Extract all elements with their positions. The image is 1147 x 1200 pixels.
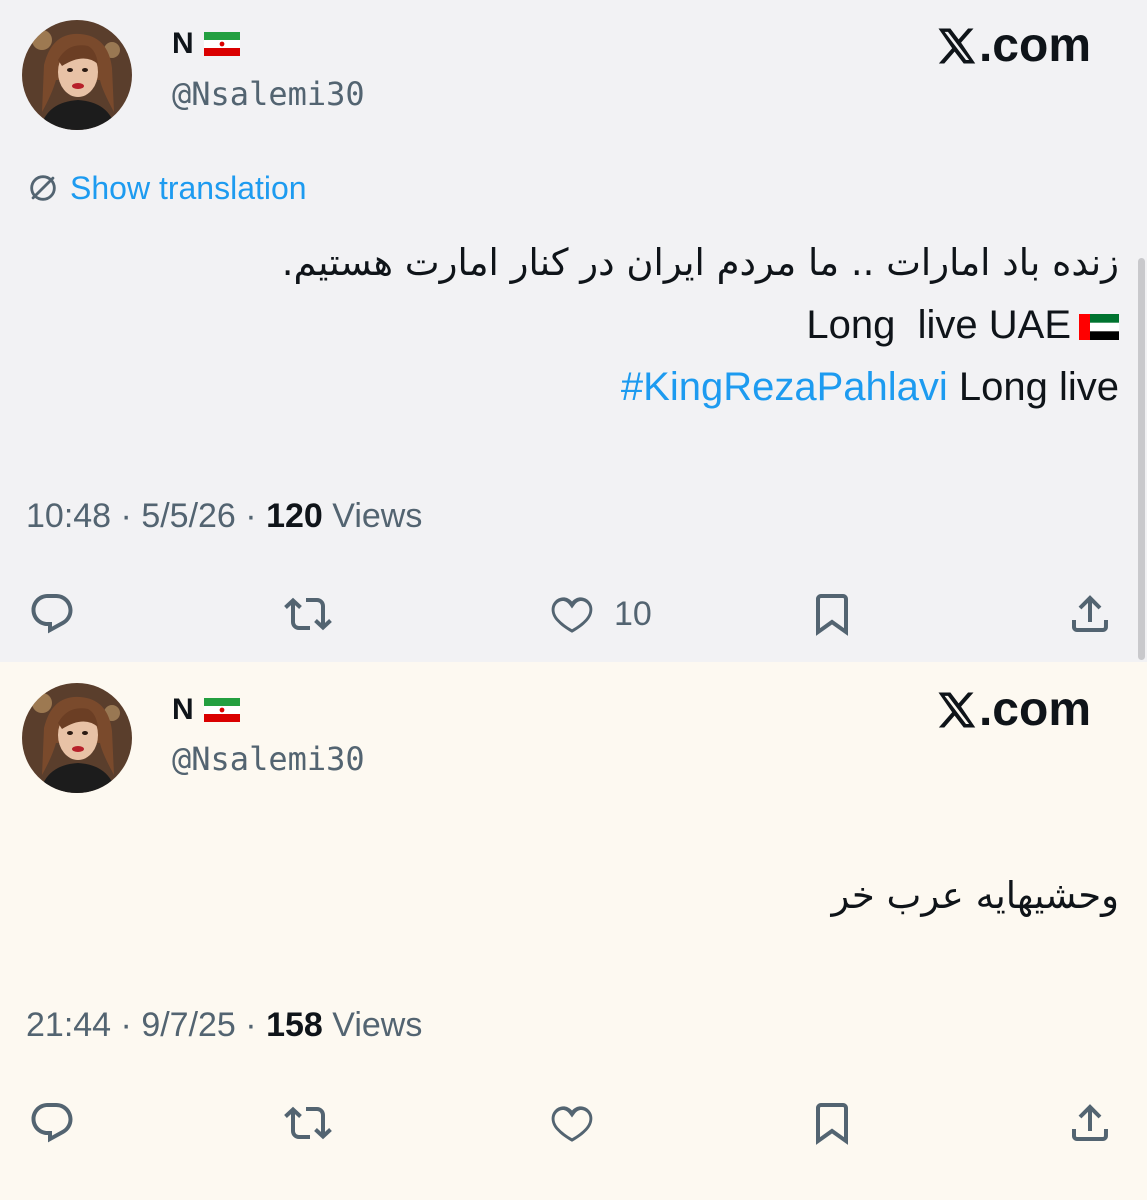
avatar[interactable]	[22, 683, 132, 793]
tweet-time[interactable]: 10:48	[26, 497, 111, 535]
author-handle[interactable]: @Nsalemi30	[172, 74, 365, 114]
brand-label: .com	[978, 683, 1091, 736]
share-button[interactable]	[1066, 584, 1114, 644]
bookmark-icon	[808, 590, 856, 638]
tweet-text-persian: وحشیهایه عرب خر	[831, 874, 1119, 917]
uae-flag-icon	[1079, 314, 1119, 340]
share-button[interactable]	[1066, 1093, 1114, 1153]
bookmark-icon	[808, 1099, 856, 1147]
display-name[interactable]: N	[172, 26, 194, 62]
retweet-button[interactable]	[284, 584, 332, 644]
bookmark-button[interactable]	[808, 1093, 856, 1153]
tweet-text-english-2: Long live	[947, 365, 1119, 409]
x-logo-icon	[935, 689, 977, 731]
x-com-logo: .com	[935, 18, 1091, 74]
tweet-text-line-2: Long live UAE	[282, 294, 1119, 356]
x-com-logo: .com	[935, 682, 1091, 738]
views-count: 158	[266, 1006, 323, 1044]
tweet-date[interactable]: 5/5/26	[141, 497, 236, 535]
author-handle[interactable]: @Nsalemi30	[172, 739, 365, 779]
tweet-text: زنده باد امارات .. ما مردم ایران در کنار…	[282, 232, 1119, 418]
x-logo-icon	[935, 25, 977, 67]
iran-flag-icon	[204, 698, 240, 722]
tweet-time[interactable]: 21:44	[26, 1006, 111, 1044]
reply-icon	[28, 590, 76, 638]
show-translation-link[interactable]: Show translation	[26, 166, 307, 210]
action-bar: 10	[0, 584, 1147, 644]
author-name-row[interactable]: N	[172, 692, 240, 728]
reply-button[interactable]	[28, 1093, 76, 1153]
retweet-button[interactable]	[284, 1093, 332, 1153]
tweet-meta: 21:44 · 9/7/25 · 158 Views	[26, 1006, 423, 1044]
share-icon	[1066, 1099, 1114, 1147]
tweet-text: وحشیهایه عرب خر	[831, 865, 1119, 927]
brand-label: .com	[978, 19, 1091, 72]
tweet-card: N @Nsalemi30 .com وحشیهایه عرب خر 21:44 …	[0, 662, 1147, 1200]
show-translation-label: Show translation	[70, 170, 307, 206]
like-count: 10	[614, 594, 652, 633]
bookmark-button[interactable]	[808, 584, 856, 644]
action-bar	[0, 1093, 1147, 1153]
tweet-date[interactable]: 9/7/25	[141, 1006, 236, 1044]
like-button[interactable]	[548, 1093, 614, 1153]
iran-flag-icon	[204, 32, 240, 56]
translate-icon	[26, 171, 60, 205]
display-name[interactable]: N	[172, 692, 194, 728]
retweet-icon	[284, 590, 332, 638]
tweet-text-english: Long live UAE	[806, 303, 1071, 347]
reply-icon	[28, 1099, 76, 1147]
views-count: 120	[266, 497, 323, 535]
avatar[interactable]	[22, 20, 132, 130]
views-label: Views	[332, 1006, 423, 1044]
tweet-meta: 10:48 · 5/5/26 · 120 Views	[26, 497, 423, 535]
retweet-icon	[284, 1099, 332, 1147]
scrollbar[interactable]	[1138, 258, 1145, 660]
tweet-text-line-3: #KingRezaPahlavi Long live	[282, 356, 1119, 418]
like-button[interactable]: 10	[548, 584, 652, 644]
heart-icon	[548, 1099, 596, 1147]
reply-button[interactable]	[28, 584, 76, 644]
tweet-card: N @Nsalemi30 .com Show translation زنده …	[0, 0, 1147, 662]
views-label: Views	[332, 497, 423, 535]
hashtag-link[interactable]: #KingRezaPahlavi	[621, 365, 948, 409]
tweet-text-persian: زنده باد امارات .. ما مردم ایران در کنار…	[281, 241, 1119, 284]
share-icon	[1066, 590, 1114, 638]
author-name-row[interactable]: N	[172, 26, 240, 62]
heart-icon	[548, 590, 596, 638]
